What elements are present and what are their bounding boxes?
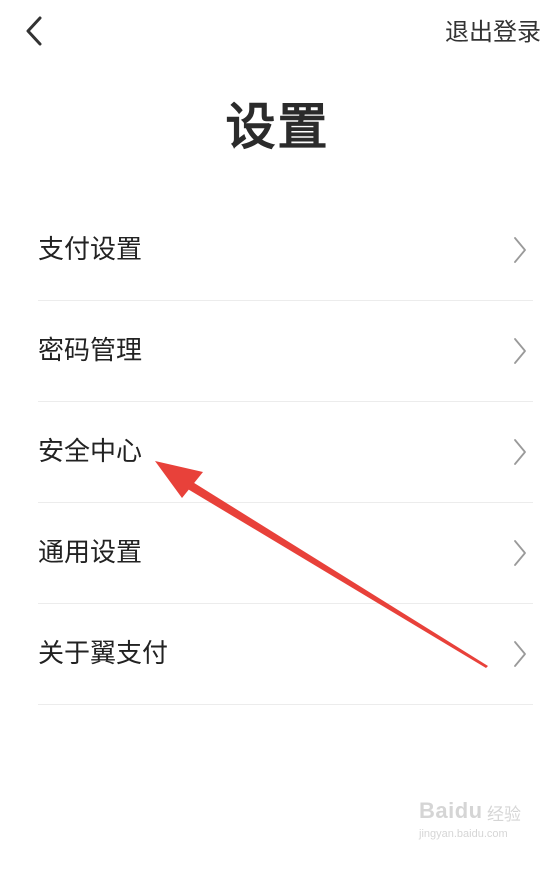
chevron-right-icon (514, 338, 526, 364)
menu-item-label: 关于翼支付 (38, 639, 169, 669)
menu-item-payment-settings[interactable]: 支付设置 (38, 200, 533, 301)
menu-item-security-center[interactable]: 安全中心 (38, 402, 533, 503)
watermark-url: jingyan.baidu.com (419, 828, 508, 840)
top-bar: 退出登录 (0, 0, 555, 64)
watermark-sub: 经验 (487, 805, 521, 825)
menu-item-label: 密码管理 (38, 336, 143, 366)
chevron-right-icon (514, 237, 526, 263)
watermark-brand: Baidu (419, 798, 483, 823)
settings-menu: 支付设置 密码管理 安全中心 通用设置 关于翼支付 (38, 200, 533, 705)
menu-item-label: 支付设置 (38, 235, 143, 265)
menu-item-general-settings[interactable]: 通用设置 (38, 503, 533, 604)
menu-item-password-management[interactable]: 密码管理 (38, 301, 533, 402)
chevron-right-icon (514, 439, 526, 465)
baidu-jingyan-watermark: Baidu 经验 jingyan.baidu.com (419, 794, 529, 854)
settings-screen: 退出登录 设置 支付设置 密码管理 安全中心 通用设置 关于翼支付 Baidu … (0, 0, 555, 872)
chevron-right-icon (514, 641, 526, 667)
back-button[interactable] (20, 12, 52, 50)
chevron-right-icon (514, 540, 526, 566)
menu-item-label: 安全中心 (38, 437, 143, 467)
logout-button[interactable]: 退出登录 (445, 14, 541, 50)
menu-item-label: 通用设置 (38, 538, 143, 568)
back-arrow-icon (26, 16, 42, 46)
menu-item-about[interactable]: 关于翼支付 (38, 604, 533, 705)
page-title: 设置 (225, 98, 330, 156)
